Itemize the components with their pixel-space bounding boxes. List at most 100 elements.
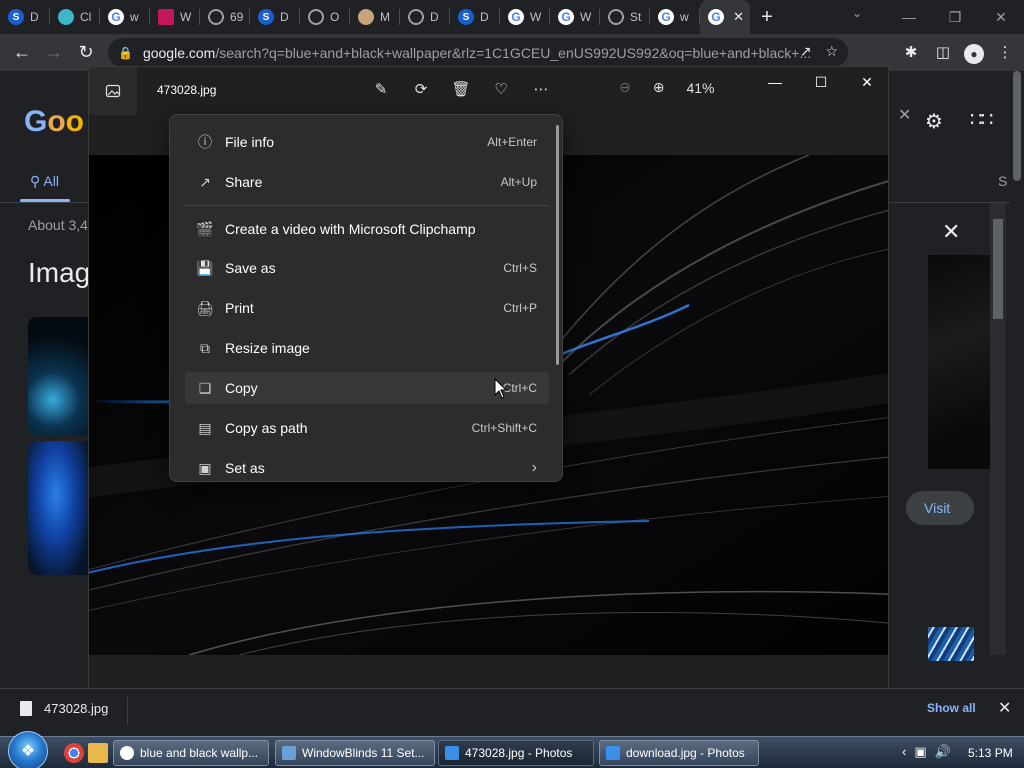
- file-icon: [20, 701, 32, 716]
- maximize-icon[interactable]: ☐: [798, 67, 844, 97]
- preview-image[interactable]: [928, 255, 990, 469]
- related-image-thumbnail[interactable]: [928, 627, 974, 661]
- browser-tab[interactable]: St: [600, 0, 650, 34]
- tab-all[interactable]: ⚲ All: [30, 173, 59, 190]
- apps-grid-icon[interactable]: ∷∷: [970, 107, 993, 132]
- browser-tab[interactable]: 69: [200, 0, 250, 34]
- forward-icon[interactable]: →: [38, 37, 70, 69]
- taskbar-item[interactable]: download.jpg - Photos: [599, 740, 759, 766]
- tab-label[interactable]: S: [998, 173, 1007, 189]
- chrome-menu-icon[interactable]: ⋮: [994, 38, 1016, 66]
- menu-item-label: Copy as path: [225, 420, 308, 436]
- menu-item-shortcut: Ctrl+P: [503, 301, 537, 315]
- show-all-link[interactable]: Show all: [927, 701, 976, 715]
- network-icon[interactable]: ▣: [914, 744, 926, 760]
- taskbar-item[interactable]: blue and black wallp...: [113, 740, 269, 766]
- taskbar-clock[interactable]: 5:13 PM: [968, 746, 1013, 760]
- scrollbar-thumb[interactable]: [993, 219, 1003, 319]
- browser-tab[interactable]: GW: [500, 0, 550, 34]
- more-options-icon[interactable]: ⋯: [531, 79, 551, 99]
- menu-item-shortcut: Ctrl+S: [503, 261, 537, 275]
- browser-tab[interactable]: Gw: [650, 0, 700, 34]
- address-bar[interactable]: 🔒 google.com/search?q=blue+and+black+wal…: [108, 38, 848, 67]
- image-thumbnail[interactable]: [28, 317, 90, 435]
- taskbar-item[interactable]: WindowBlinds 11 Set...: [275, 740, 435, 766]
- downloads-bar: 473028.jpg Show all ✕: [0, 688, 1024, 730]
- menu-item-set-as[interactable]: ▣ Set as ›: [185, 452, 549, 481]
- chrome-pinned-icon[interactable]: [64, 743, 84, 763]
- google-favicon-icon: G: [108, 9, 124, 25]
- google-logo[interactable]: Goo: [24, 105, 84, 139]
- menu-item-print[interactable]: 🖨 Print Ctrl+P: [185, 292, 549, 324]
- download-filename: 473028.jpg: [44, 701, 109, 716]
- browser-tab[interactable]: Cl: [50, 0, 100, 34]
- edit-image-icon[interactable]: ✎: [371, 79, 391, 99]
- lock-icon[interactable]: 🔒: [118, 46, 133, 60]
- more-options-menu: ⓘ File info Alt+Enter ↗ Share Alt+Up 🎬 C…: [169, 114, 563, 482]
- close-tab-icon[interactable]: ✕: [733, 9, 744, 25]
- tab-favicon: [358, 9, 374, 25]
- tab-title: St: [630, 10, 642, 24]
- delete-icon[interactable]: 🗑: [451, 79, 471, 99]
- settings-gear-icon[interactable]: ⚙: [925, 109, 943, 134]
- page-scrollbar[interactable]: [1010, 71, 1024, 688]
- tab-search-icon[interactable]: ⌄: [852, 6, 862, 20]
- browser-tab[interactable]: SD: [0, 0, 50, 34]
- favorite-heart-icon[interactable]: ♡: [491, 79, 511, 99]
- menu-item-label: File info: [225, 134, 275, 150]
- browser-tab[interactable]: Gw: [100, 0, 150, 34]
- menu-item-share[interactable]: ↗ Share Alt+Up: [185, 166, 549, 198]
- scrollbar-thumb[interactable]: [1013, 71, 1021, 181]
- side-panel-icon[interactable]: ◫: [932, 38, 954, 66]
- bookmark-star-icon[interactable]: ☆: [825, 43, 838, 60]
- zoom-out-icon[interactable]: ⊖: [619, 79, 631, 96]
- gallery-icon[interactable]: [89, 67, 137, 115]
- globe-icon: [608, 9, 624, 25]
- preview-scrollbar[interactable]: [990, 203, 1006, 655]
- taskbar-item-active[interactable]: 473028.jpg - Photos: [438, 740, 594, 766]
- rotate-icon[interactable]: ⟳: [411, 79, 431, 99]
- share-page-icon[interactable]: ↗: [800, 43, 812, 60]
- start-button-icon[interactable]: ❖: [8, 731, 48, 768]
- browser-tab[interactable]: SD: [250, 0, 300, 34]
- browser-tab[interactable]: D: [400, 0, 450, 34]
- menu-item-clipchamp[interactable]: 🎬 Create a video with Microsoft Clipcham…: [185, 213, 549, 245]
- close-icon[interactable]: ✕: [844, 67, 888, 97]
- globe-icon: [208, 9, 224, 25]
- tray-expand-icon[interactable]: ‹: [902, 744, 906, 760]
- url-path: /search?q=blue+and+black+wallpaper&rlz=1…: [215, 44, 812, 61]
- image-thumbnail[interactable]: [28, 441, 90, 575]
- browser-tab[interactable]: O: [300, 0, 350, 34]
- photos-titlebar: 473028.jpg ✎ ⟳ 🗑 ♡ ⋯ ⊖ ⊕ 41% — ☐ ✕: [89, 67, 888, 115]
- taskbar-item-label: WindowBlinds 11 Set...: [302, 746, 425, 760]
- restore-icon[interactable]: ❐: [932, 0, 978, 34]
- close-preview-icon[interactable]: ✕: [942, 219, 960, 245]
- zoom-in-icon[interactable]: ⊕: [653, 79, 665, 96]
- reload-icon[interactable]: ↻: [70, 37, 102, 69]
- close-downloads-icon[interactable]: ✕: [998, 698, 1011, 718]
- close-icon[interactable]: ✕: [898, 105, 911, 125]
- file-explorer-icon[interactable]: [88, 743, 108, 763]
- new-tab-button[interactable]: +: [750, 6, 784, 29]
- browser-tab[interactable]: GW: [550, 0, 600, 34]
- extensions-puzzle-icon[interactable]: ✱: [900, 38, 922, 66]
- browser-tab[interactable]: M: [350, 0, 400, 34]
- browser-tab[interactable]: W: [150, 0, 200, 34]
- menu-scrollbar[interactable]: [556, 125, 559, 365]
- visit-button[interactable]: Visit: [906, 491, 974, 525]
- menu-item-copy-as-path[interactable]: ▤ Copy as path Ctrl+Shift+C: [185, 412, 549, 444]
- profile-avatar-icon[interactable]: ●: [964, 44, 984, 64]
- back-icon[interactable]: ←: [6, 37, 38, 69]
- download-item[interactable]: 473028.jpg: [20, 701, 108, 716]
- minimize-icon[interactable]: —: [886, 0, 932, 34]
- menu-item-file-info[interactable]: ⓘ File info Alt+Enter: [185, 126, 549, 158]
- minimize-icon[interactable]: —: [752, 67, 798, 97]
- menu-item-save-as[interactable]: 💾 Save as Ctrl+S: [185, 252, 549, 284]
- resize-icon: ⧉: [200, 339, 210, 356]
- browser-tab[interactable]: SD: [450, 0, 500, 34]
- menu-item-resize-image[interactable]: ⧉ Resize image: [185, 332, 549, 364]
- volume-icon[interactable]: 🔊: [935, 744, 951, 760]
- photos-icon: [606, 746, 620, 760]
- close-icon[interactable]: ✕: [978, 0, 1024, 34]
- browser-tab-active[interactable]: G ✕: [700, 0, 750, 34]
